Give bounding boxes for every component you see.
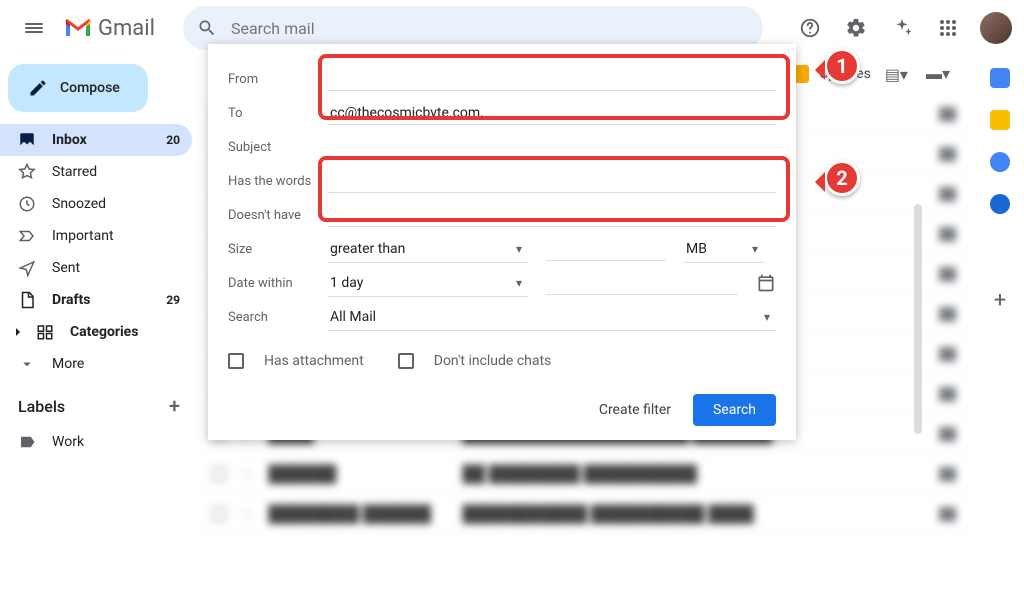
annotation-callout-1: 1 bbox=[824, 48, 860, 84]
help-icon[interactable] bbox=[790, 8, 830, 48]
filter-haswords-input[interactable] bbox=[328, 169, 776, 193]
important-label: Important bbox=[52, 228, 114, 244]
contacts-app-icon[interactable] bbox=[990, 194, 1010, 214]
mail-row[interactable]: ☆████████ █████████████████ ██████████ █… bbox=[200, 494, 968, 534]
filter-haswords-label: Has the words bbox=[228, 174, 328, 189]
sidebar-item-important[interactable]: Important bbox=[0, 220, 192, 252]
sidebar-label-work[interactable]: Work bbox=[0, 426, 192, 458]
tasks-app-icon[interactable] bbox=[990, 152, 1010, 172]
filter-date-input[interactable] bbox=[546, 271, 738, 295]
keep-app-icon[interactable] bbox=[990, 110, 1010, 130]
search-icon bbox=[197, 18, 217, 38]
filter-searchin-select[interactable]: All Mail bbox=[328, 303, 776, 331]
no-chats-checkbox[interactable] bbox=[398, 353, 414, 369]
starred-label: Starred bbox=[52, 164, 97, 180]
labels-header: Labels bbox=[18, 397, 65, 416]
inbox-count: 20 bbox=[166, 133, 180, 147]
categories-icon bbox=[36, 323, 54, 341]
filter-size-value-input[interactable] bbox=[546, 237, 666, 261]
mail-row[interactable]: ☆████████ ████████ ████████████ bbox=[200, 454, 968, 494]
main-menu-button[interactable] bbox=[12, 6, 56, 50]
drafts-count: 29 bbox=[166, 293, 180, 307]
label-icon bbox=[18, 433, 36, 451]
filter-from-label: From bbox=[228, 72, 328, 87]
sidebar-item-more[interactable]: More bbox=[0, 348, 192, 380]
filter-date-label: Date within bbox=[228, 276, 328, 291]
star-icon bbox=[18, 163, 36, 181]
filter-subject-input[interactable] bbox=[328, 135, 776, 159]
apps-icon[interactable] bbox=[928, 8, 968, 48]
sidebar-item-starred[interactable]: Starred bbox=[0, 156, 192, 188]
sent-label: Sent bbox=[52, 260, 80, 276]
sidebar-item-snoozed[interactable]: Snoozed bbox=[0, 188, 192, 220]
sidebar-item-sent[interactable]: Sent bbox=[0, 252, 192, 284]
inbox-icon bbox=[18, 131, 36, 149]
create-filter-button[interactable]: Create filter bbox=[599, 402, 671, 418]
calendar-icon[interactable] bbox=[756, 273, 776, 293]
filter-from-input[interactable] bbox=[328, 67, 776, 91]
settings-icon[interactable] bbox=[836, 8, 876, 48]
gmail-icon bbox=[64, 17, 92, 39]
sidebar-item-inbox[interactable]: Inbox 20 bbox=[0, 124, 192, 156]
filter-subject-label: Subject bbox=[228, 140, 328, 155]
chevron-down-icon bbox=[18, 355, 36, 373]
compose-label: Compose bbox=[60, 80, 120, 96]
important-icon bbox=[18, 227, 36, 245]
filter-to-input[interactable] bbox=[328, 101, 776, 125]
scrollbar-thumb[interactable] bbox=[914, 204, 922, 434]
filter-size-op-select[interactable]: greater than bbox=[328, 235, 528, 263]
work-label: Work bbox=[52, 434, 84, 450]
sparkle-icon[interactable] bbox=[882, 8, 922, 48]
pencil-icon bbox=[28, 78, 48, 98]
clock-icon bbox=[18, 195, 36, 213]
compose-button[interactable]: Compose bbox=[8, 64, 148, 112]
gmail-logo[interactable]: Gmail bbox=[64, 16, 155, 41]
add-label-button[interactable]: + bbox=[169, 394, 180, 418]
filter-doesnthave-input[interactable] bbox=[328, 203, 776, 227]
drafts-label: Drafts bbox=[52, 292, 90, 308]
has-attachment-checkbox[interactable] bbox=[228, 353, 244, 369]
more-label: More bbox=[52, 356, 84, 372]
add-app-icon[interactable]: + bbox=[994, 288, 1006, 313]
search-filter-panel: From To Subject Has the words Doesn't ha… bbox=[208, 44, 796, 440]
sidebar-item-categories[interactable]: Categories bbox=[0, 316, 192, 348]
has-attachment-label: Has attachment bbox=[264, 353, 364, 369]
chevron-right-icon bbox=[12, 326, 24, 338]
filter-to-label: To bbox=[228, 106, 328, 121]
no-chats-label: Don't include chats bbox=[434, 353, 552, 369]
search-input[interactable] bbox=[231, 19, 749, 38]
filter-date-range-select[interactable]: 1 day bbox=[328, 269, 528, 297]
drafts-icon bbox=[18, 291, 36, 309]
categories-label: Categories bbox=[70, 324, 138, 340]
calendar-app-icon[interactable] bbox=[990, 68, 1010, 88]
sidebar-item-drafts[interactable]: Drafts 29 bbox=[0, 284, 192, 316]
inbox-label: Inbox bbox=[52, 132, 87, 148]
filter-size-unit-select[interactable]: MB bbox=[684, 235, 764, 263]
split-pane-toggle[interactable]: ▤▾ bbox=[885, 65, 908, 84]
sent-icon bbox=[18, 259, 36, 277]
account-avatar[interactable] bbox=[980, 12, 1012, 44]
annotation-callout-2: 2 bbox=[824, 160, 860, 196]
filter-size-label: Size bbox=[228, 242, 328, 257]
filter-searchin-label: Search bbox=[228, 310, 328, 325]
snoozed-label: Snoozed bbox=[52, 196, 106, 212]
gmail-logo-text: Gmail bbox=[98, 16, 155, 41]
search-button[interactable]: Search bbox=[693, 394, 776, 426]
density-toggle[interactable]: ▬▾ bbox=[926, 64, 950, 84]
filter-doesnthave-label: Doesn't have bbox=[228, 208, 328, 223]
